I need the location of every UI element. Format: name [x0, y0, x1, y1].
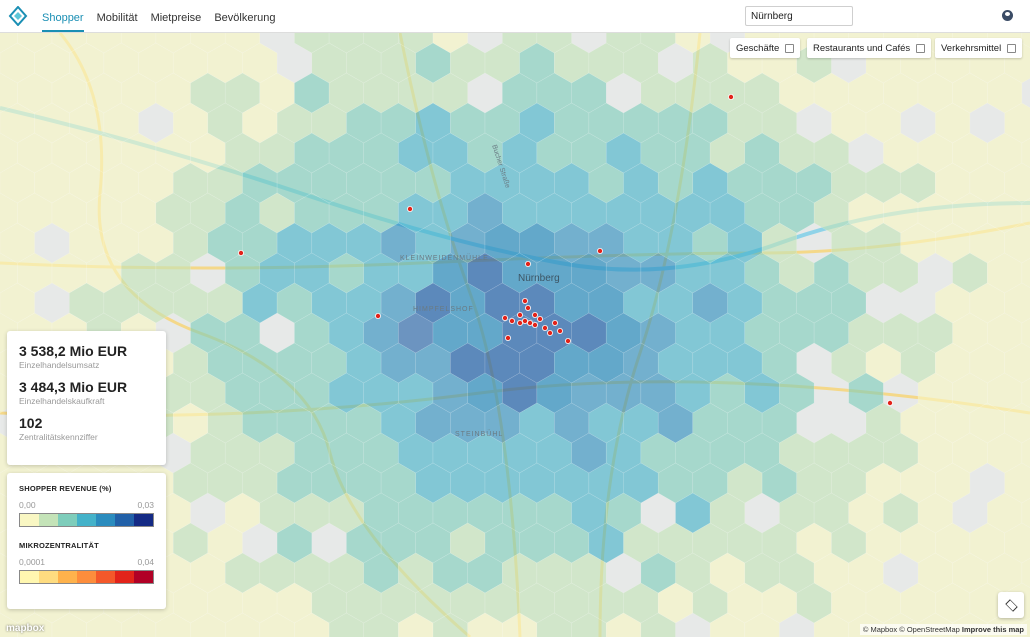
poi-point[interactable] — [517, 311, 524, 318]
kpi-label-purchasing-power: Einzelhandelskaufkraft — [19, 396, 105, 406]
legend-swatch — [20, 571, 39, 583]
legend-swatch — [134, 514, 153, 526]
legend-swatch — [39, 571, 58, 583]
legend-swatch — [134, 571, 153, 583]
restaurants-toggle-button[interactable]: Restaurants und Cafés — [807, 38, 932, 58]
legend-revenue-max: 0,03 — [137, 500, 154, 510]
user-icon[interactable] — [1002, 10, 1013, 21]
poi-point[interactable] — [374, 312, 381, 319]
poi-point[interactable] — [537, 315, 544, 322]
poi-point[interactable] — [525, 304, 532, 311]
map-attribution: © Mapbox © OpenStreetMap Improve this ma… — [859, 624, 1027, 635]
poi-point[interactable] — [557, 327, 564, 334]
shops-label: Geschäfte — [736, 42, 780, 54]
legend-title-micro: MIKROZENTRALITÄT — [19, 541, 99, 550]
legend-swatch — [96, 514, 115, 526]
legend-swatch — [77, 571, 96, 583]
legend-swatch — [77, 514, 96, 526]
map-label-city: Nürnberg — [518, 273, 560, 284]
legend-micro-max: 0,04 — [137, 557, 154, 567]
poi-point[interactable] — [501, 314, 508, 321]
restaurants-label: Restaurants und Cafés — [813, 42, 911, 54]
legend-micro-scale — [19, 570, 154, 584]
shop-icon — [785, 43, 795, 53]
legend-title-revenue: SHOPPER REVENUE (%) — [19, 484, 112, 493]
poi-point[interactable] — [504, 334, 511, 341]
poi-point[interactable] — [552, 319, 559, 326]
top-bar: Shopper Mobilität Mietpreise Bevölkerung — [0, 0, 1030, 33]
poi-point[interactable] — [887, 399, 894, 406]
shops-toggle-button[interactable]: Geschäfte — [730, 38, 801, 58]
poi-point[interactable] — [508, 317, 515, 324]
map-label-district: STEINBÜHL — [455, 431, 504, 438]
kpi-value-retail-revenue: 3 538,2 Mio EUR — [19, 343, 128, 359]
poi-point[interactable] — [532, 311, 539, 318]
poi-point[interactable] — [565, 337, 572, 344]
kpi-panel: 3 538,2 Mio EUR Einzelhandelsumsatz 3 48… — [7, 331, 166, 465]
map-label-district: HIMPFELSHOF — [413, 306, 474, 313]
mapbox-logo: mapbox — [6, 623, 45, 634]
transit-toggle-button[interactable]: Verkehrsmittel — [935, 38, 1023, 58]
legend-swatch — [58, 571, 77, 583]
poi-point[interactable] — [522, 297, 529, 304]
poi-point[interactable] — [597, 247, 604, 254]
nav-tab-population[interactable]: Bevölkerung — [214, 2, 275, 32]
poi-point[interactable] — [728, 94, 735, 101]
cocktail-icon — [916, 43, 926, 53]
legend-panel: SHOPPER REVENUE (%) 0,00 0,03 MIKROZENTRA… — [7, 473, 166, 609]
poi-point[interactable] — [237, 249, 244, 256]
poi-point[interactable] — [406, 205, 413, 212]
legend-swatch — [115, 514, 134, 526]
app-logo-icon[interactable] — [8, 6, 28, 26]
kpi-label-centrality: Zentralitätskennziffer — [19, 432, 98, 442]
nav-tab-rent-prices[interactable]: Mietpreise — [151, 2, 202, 32]
poi-point[interactable] — [542, 324, 549, 331]
train-icon — [1007, 43, 1017, 53]
poi-point[interactable] — [522, 317, 529, 324]
poi-point[interactable] — [527, 319, 534, 326]
improve-map-link[interactable]: Improve this map — [962, 625, 1024, 634]
legend-swatch — [20, 514, 39, 526]
main-nav: Shopper Mobilität Mietpreise Bevölkerung — [42, 0, 288, 33]
legend-revenue-min: 0,00 — [19, 500, 36, 510]
legend-swatch — [58, 514, 77, 526]
nav-tab-shopper[interactable]: Shopper — [42, 2, 84, 32]
legend-revenue-scale — [19, 513, 154, 527]
location-search-input[interactable] — [745, 6, 853, 26]
kpi-value-purchasing-power: 3 484,3 Mio EUR — [19, 379, 128, 395]
poi-point[interactable] — [525, 260, 532, 267]
legend-micro-min: 0,0001 — [19, 557, 45, 567]
poi-point[interactable] — [532, 321, 539, 328]
attribution-osm-link[interactable]: © OpenStreetMap — [899, 625, 960, 634]
legend-swatch — [96, 571, 115, 583]
kpi-value-centrality: 102 — [19, 415, 43, 431]
layers-icon — [1004, 598, 1018, 612]
attribution-mapbox-link[interactable]: © Mapbox — [863, 625, 897, 634]
map-label-district: KLEINWEIDENMÜHLE — [400, 255, 489, 262]
kpi-label-retail-revenue: Einzelhandelsumsatz — [19, 360, 100, 370]
legend-swatch — [115, 571, 134, 583]
transit-label: Verkehrsmittel — [941, 42, 1002, 54]
layers-button[interactable] — [998, 592, 1024, 618]
nav-tab-mobility[interactable]: Mobilität — [97, 2, 138, 32]
legend-swatch — [39, 514, 58, 526]
poi-point[interactable] — [547, 329, 554, 336]
poi-point[interactable] — [517, 319, 524, 326]
